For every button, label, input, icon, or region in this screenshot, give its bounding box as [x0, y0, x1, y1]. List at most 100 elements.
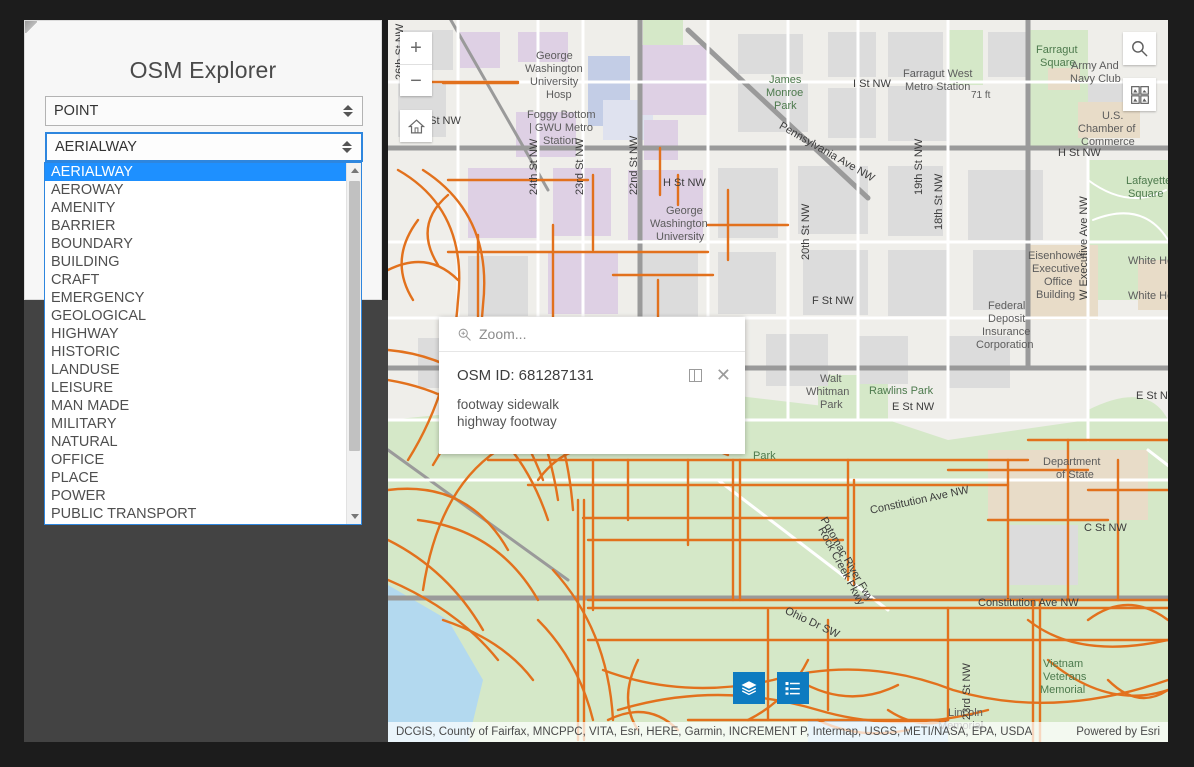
dropdown-option[interactable]: PLACE — [45, 469, 346, 487]
map-label: White House — [1128, 255, 1168, 267]
map-label: Park — [820, 399, 843, 411]
map-label: Constitution Ave NW — [978, 597, 1079, 609]
map-label: Insurance — [982, 326, 1031, 338]
zoom-controls[interactable]: + − — [400, 32, 432, 96]
close-icon[interactable]: ✕ — [716, 366, 731, 384]
map-label: 19th St NW — [913, 138, 925, 195]
popup-actions[interactable]: ✕ — [688, 366, 731, 384]
dock-icon[interactable] — [688, 368, 702, 382]
map-label: University — [656, 231, 705, 243]
map-label: U.S. — [1102, 110, 1124, 122]
geometry-type-value: POINT — [54, 103, 99, 119]
map-label: Army And — [1071, 60, 1119, 72]
map-label: W Executive Ave NW — [1078, 196, 1090, 300]
map-label: Deposit — [988, 313, 1026, 325]
dropdown-option[interactable]: LANDUSE — [45, 361, 346, 379]
layers-button[interactable] — [733, 672, 765, 704]
scroll-up-arrow-icon[interactable] — [347, 163, 361, 178]
dropdown-option[interactable]: HISTORIC — [45, 343, 346, 361]
dropdown-option[interactable]: LEISURE — [45, 379, 346, 397]
map-label: Navy Club — [1070, 73, 1121, 85]
dropdown-option[interactable]: BOUNDARY — [45, 235, 346, 253]
home-button[interactable] — [400, 110, 432, 142]
map-label: Chamber of — [1078, 123, 1136, 135]
popup-attribute-row: footway sidewalk — [457, 397, 560, 412]
popup-zoom-action[interactable]: Zoom... — [439, 317, 745, 352]
map-label: Department — [1043, 456, 1101, 468]
map-label: Washington — [525, 63, 583, 75]
dropdown-option[interactable]: OFFICE — [45, 451, 346, 469]
zoom-in-icon — [458, 328, 471, 341]
dropdown-option[interactable]: NATURAL — [45, 433, 346, 451]
map-label: C St NW — [1084, 522, 1127, 534]
map-label: Station — [543, 135, 578, 147]
dropdown-option[interactable]: CRAFT — [45, 271, 346, 289]
map-label: E St NW — [1136, 390, 1168, 402]
map-label: Farragut West — [903, 68, 973, 80]
search-icon — [1132, 41, 1148, 57]
dropdown-option[interactable]: BARRIER — [45, 217, 346, 235]
map-label: Metro Station — [905, 81, 971, 93]
stepper-icon[interactable] — [341, 138, 353, 156]
map-label: Foggy Bottom — [527, 109, 596, 121]
osm-category-dropdown[interactable]: AERIALWAY AEROWAY AMENITY BARRIER BOUNDARY BU… — [44, 162, 362, 525]
basemap-gallery-button[interactable] — [1123, 78, 1156, 111]
legend-button[interactable] — [777, 672, 809, 704]
dropdown-option[interactable]: MAN MADE — [45, 397, 346, 415]
map-attribution-bar: DCGIS, County of Fairfax, MNCPPC, VITA, … — [388, 722, 1168, 742]
popup-attribute-row: highway footway — [457, 414, 557, 429]
dropdown-option[interactable]: BUILDING — [45, 253, 346, 271]
map-label: Lafayette — [1126, 175, 1168, 187]
map-label: James — [769, 74, 802, 86]
geometry-type-select[interactable]: POINT — [45, 96, 363, 126]
dropdown-option-list[interactable]: AERIALWAY AEROWAY AMENITY BARRIER BOUNDARY BU… — [45, 163, 346, 524]
map-label: Rawlins Park — [869, 385, 934, 397]
dropdown-option[interactable]: HIGHWAY — [45, 325, 346, 343]
map-label: Building — [1036, 289, 1076, 301]
map-label: White House — [1128, 290, 1168, 302]
dropdown-option[interactable]: AMENITY — [45, 199, 346, 217]
feature-popup[interactable]: Zoom... OSM ID: 681287131 ✕ footway side… — [439, 317, 745, 454]
map-label: Veterans — [1043, 671, 1087, 683]
dropdown-option[interactable]: GEOLOGICAL — [45, 307, 346, 325]
map-label: of State — [1056, 469, 1094, 481]
page-title: OSM Explorer — [129, 57, 277, 83]
map-label: Farragut — [1036, 44, 1078, 56]
map-label: I St NW — [853, 78, 891, 90]
map-label: Park — [753, 450, 776, 462]
map-label: Monroe — [766, 87, 804, 99]
map-label: Square — [1128, 188, 1164, 200]
dropdown-option[interactable]: EMERGENCY — [45, 289, 346, 307]
legend-icon — [785, 682, 800, 695]
zoom-in-button[interactable]: + — [400, 32, 432, 64]
map-label: 23rd St NW — [574, 138, 586, 195]
map-label: H St NW — [1058, 147, 1101, 159]
osm-category-value: AERIALWAY — [55, 139, 137, 155]
map-label: Washington — [650, 218, 708, 230]
zoom-out-button[interactable]: − — [400, 64, 432, 96]
map-label: Corporation — [976, 339, 1034, 351]
dropdown-option[interactable]: MILITARY — [45, 415, 346, 433]
map-label: 22nd St NW — [628, 135, 640, 195]
map-viewport[interactable]: .bldg { fill:#dcdcdc; } .bldgp { fill:#d… — [388, 20, 1168, 742]
scrollbar-thumb[interactable] — [349, 181, 360, 451]
dropdown-option[interactable]: POWER — [45, 487, 346, 505]
map-label: George — [536, 50, 573, 62]
scroll-down-arrow-icon[interactable] — [347, 509, 361, 524]
map-label: Memorial — [1040, 684, 1086, 696]
osm-category-select[interactable]: AERIALWAY — [45, 132, 363, 162]
dropdown-option[interactable]: AEROWAY — [45, 181, 346, 199]
map-label: Eisenhower — [1028, 250, 1086, 262]
search-button[interactable] — [1123, 32, 1156, 65]
dropdown-option[interactable]: AERIALWAY — [45, 163, 346, 181]
map-label: Whitman — [806, 386, 850, 398]
map-label: Vietnam — [1043, 658, 1084, 670]
screen: .bldg { fill:#dcdcdc; } .bldgp { fill:#d… — [0, 0, 1194, 767]
dropdown-scrollbar[interactable] — [346, 163, 361, 524]
popup-header: OSM ID: 681287131 ✕ — [439, 352, 745, 384]
popup-attributes: footway sidewalk highway footway — [439, 384, 745, 430]
map-label: 18th St NW — [933, 173, 945, 230]
map-tool-bar[interactable] — [733, 672, 809, 704]
dropdown-option[interactable]: PUBLIC TRANSPORT — [45, 505, 346, 523]
stepper-icon[interactable] — [342, 102, 354, 120]
